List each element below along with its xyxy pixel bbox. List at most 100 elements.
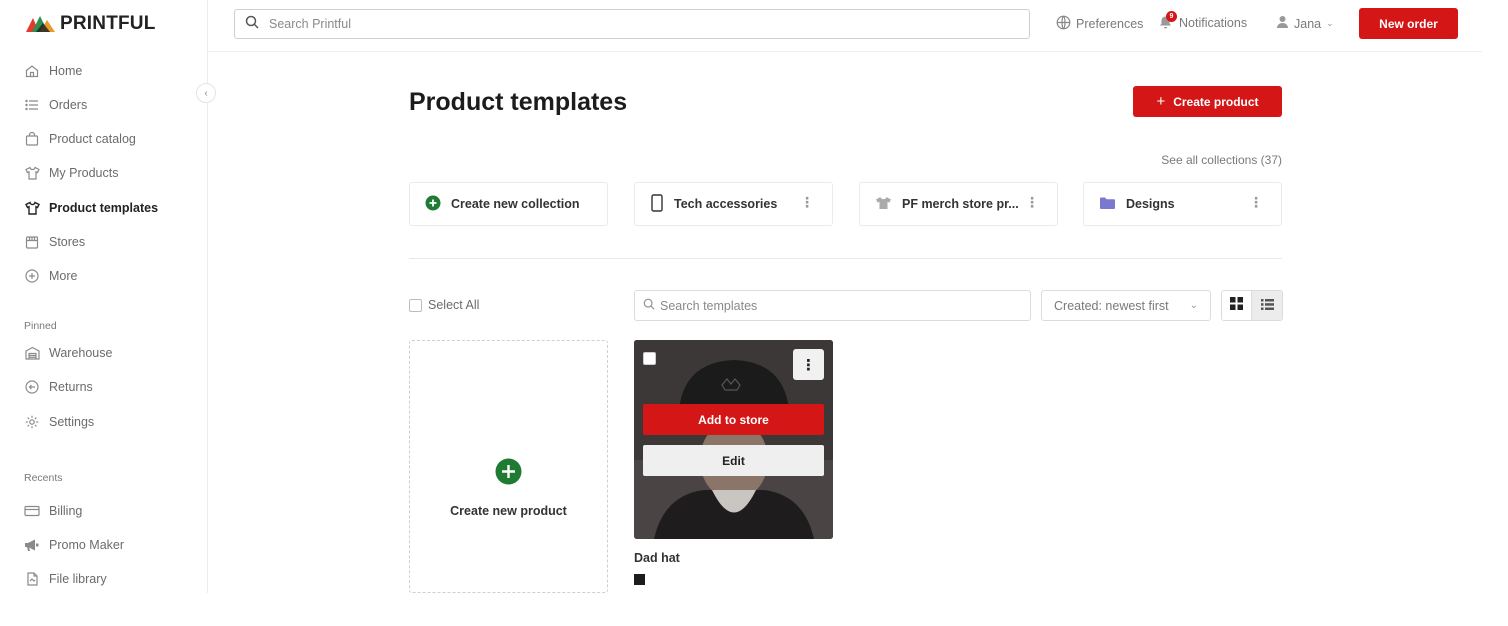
sidebar-item-billing[interactable]: Billing [24, 502, 82, 520]
collection-label: Tech accessories [674, 197, 778, 211]
sidebar-item-label: Returns [49, 380, 93, 394]
create-product-label: Create product [1173, 94, 1259, 109]
globe-icon [1056, 15, 1071, 33]
shirt-icon [24, 165, 40, 181]
collection-label: PF merch store pr... [902, 197, 1019, 211]
warehouse-icon [24, 345, 40, 361]
collection-label: Designs [1126, 197, 1175, 211]
plus-circle-icon [24, 268, 40, 284]
color-swatch [634, 574, 645, 585]
file-icon [24, 571, 40, 587]
create-product-button[interactable]: + Create product [1133, 86, 1282, 117]
sidebar-item-label: Settings [49, 415, 95, 429]
more-vertical-icon[interactable]: ⋮ [1249, 195, 1263, 209]
sidebar-item-label: Home [49, 64, 83, 78]
megaphone-icon [24, 537, 40, 553]
view-toggle [1221, 290, 1283, 321]
card-icon [24, 503, 40, 519]
plus-circle-icon [425, 195, 441, 214]
brand-name: PRINTFUL [60, 13, 156, 34]
sidebar-item-product-templates[interactable]: Product templates [24, 199, 158, 217]
product-card[interactable]: ⋮ Add to store Edit [634, 340, 833, 539]
search-templates-input[interactable] [660, 298, 1020, 313]
search-input[interactable] [269, 17, 969, 31]
sidebar-item-home[interactable]: Home [24, 62, 82, 80]
bag-icon [24, 131, 40, 147]
collapse-sidebar-button[interactable]: ‹ [196, 83, 216, 103]
grid-icon [1230, 296, 1243, 315]
collection-label: Create new collection [451, 197, 580, 211]
chevron-down-icon: ⌄ [1189, 300, 1198, 311]
sidebar-item-file-library[interactable]: File library [24, 570, 107, 588]
page-title: Product templates [409, 88, 628, 116]
create-new-product-card[interactable]: Create new product [409, 340, 608, 593]
sidebar-item-settings[interactable]: Settings [24, 413, 94, 431]
chevron-down-icon: ⌄ [1326, 18, 1334, 28]
printful-logo-icon [26, 16, 55, 32]
list-icon [1260, 297, 1274, 315]
sidebar-item-label: File library [49, 572, 107, 586]
top-bar: Preferences 9 Notifications Jana ⌄ New o… [208, 0, 1482, 52]
sort-value: Created: newest first [1054, 298, 1169, 313]
collection-card-designs[interactable]: Designs ⋮ [1083, 182, 1282, 226]
phone-icon [650, 193, 664, 215]
more-vertical-icon[interactable]: ⋮ [1025, 195, 1039, 209]
user-menu[interactable]: Jana ⌄ [1276, 15, 1334, 32]
sidebar-item-label: Product catalog [49, 132, 136, 146]
chevron-left-icon: ‹ [204, 87, 208, 99]
new-order-button[interactable]: New order [1359, 8, 1458, 39]
edit-button[interactable]: Edit [643, 445, 824, 476]
section-divider [409, 258, 1282, 259]
sidebar-item-label: Stores [49, 235, 86, 249]
preferences-link[interactable]: Preferences [1056, 15, 1143, 33]
return-icon [24, 379, 40, 395]
more-vertical-icon[interactable]: ⋮ [800, 195, 814, 209]
sidebar-item-label: My Products [49, 166, 119, 180]
product-checkbox[interactable] [643, 352, 656, 365]
notifications-link[interactable]: 9 Notifications [1158, 11, 1248, 30]
printful-logo[interactable]: PRINTFUL [26, 13, 156, 35]
sidebar-item-warehouse[interactable]: Warehouse [24, 344, 112, 362]
template-search[interactable] [634, 290, 1031, 321]
product-name[interactable]: Dad hat [634, 551, 680, 565]
sidebar-item-my-products[interactable]: My Products [24, 164, 118, 182]
list-view-button[interactable] [1252, 291, 1282, 320]
notifications-label: Notifications [1179, 15, 1248, 30]
search-icon [643, 297, 655, 315]
select-all-label: Select All [428, 298, 480, 312]
sidebar-item-product-catalog[interactable]: Product catalog [24, 130, 136, 148]
preferences-label: Preferences [1076, 17, 1144, 31]
plus-circle-icon [495, 458, 522, 490]
notification-badge: 9 [1166, 11, 1177, 22]
sidebar-item-promo-maker[interactable]: Promo Maker [24, 536, 124, 554]
grid-view-button[interactable] [1222, 291, 1253, 320]
collection-card-tech-accessories[interactable]: Tech accessories ⋮ [634, 182, 833, 226]
recents-heading: Recents [24, 472, 63, 484]
bell-icon: 9 [1158, 11, 1177, 30]
sidebar-item-more[interactable]: More [24, 267, 77, 285]
gear-icon [24, 414, 40, 430]
global-search[interactable] [234, 9, 1030, 39]
folder-icon [1099, 196, 1116, 213]
home-icon [24, 63, 40, 79]
sidebar-item-stores[interactable]: Stores [24, 233, 85, 251]
create-new-product-label: Create new product [450, 504, 567, 518]
sidebar-item-label: Product templates [49, 201, 159, 215]
collection-card-pf-merch[interactable]: PF merch store pr... ⋮ [859, 182, 1058, 226]
sidebar-item-label: More [49, 269, 78, 283]
sidebar-item-label: Billing [49, 504, 83, 518]
sort-select[interactable]: Created: newest first ⌄ [1041, 290, 1211, 321]
sidebar-item-orders[interactable]: Orders [24, 96, 87, 114]
select-all-checkbox[interactable] [409, 298, 422, 312]
sidebar-item-returns[interactable]: Returns [24, 378, 93, 396]
search-icon [245, 15, 259, 34]
user-name: Jana [1294, 16, 1322, 31]
user-icon [1276, 15, 1289, 32]
sidebar: PRINTFUL Home Orders Product catalog My … [0, 0, 208, 593]
select-all[interactable]: Select All [409, 298, 479, 312]
add-to-store-button[interactable]: Add to store [643, 404, 824, 435]
sidebar-item-label: Warehouse [49, 346, 113, 360]
more-vertical-icon[interactable]: ⋮ [793, 349, 824, 380]
see-all-collections-link[interactable]: See all collections (37) [1161, 153, 1282, 167]
create-collection-card[interactable]: Create new collection [409, 182, 608, 226]
